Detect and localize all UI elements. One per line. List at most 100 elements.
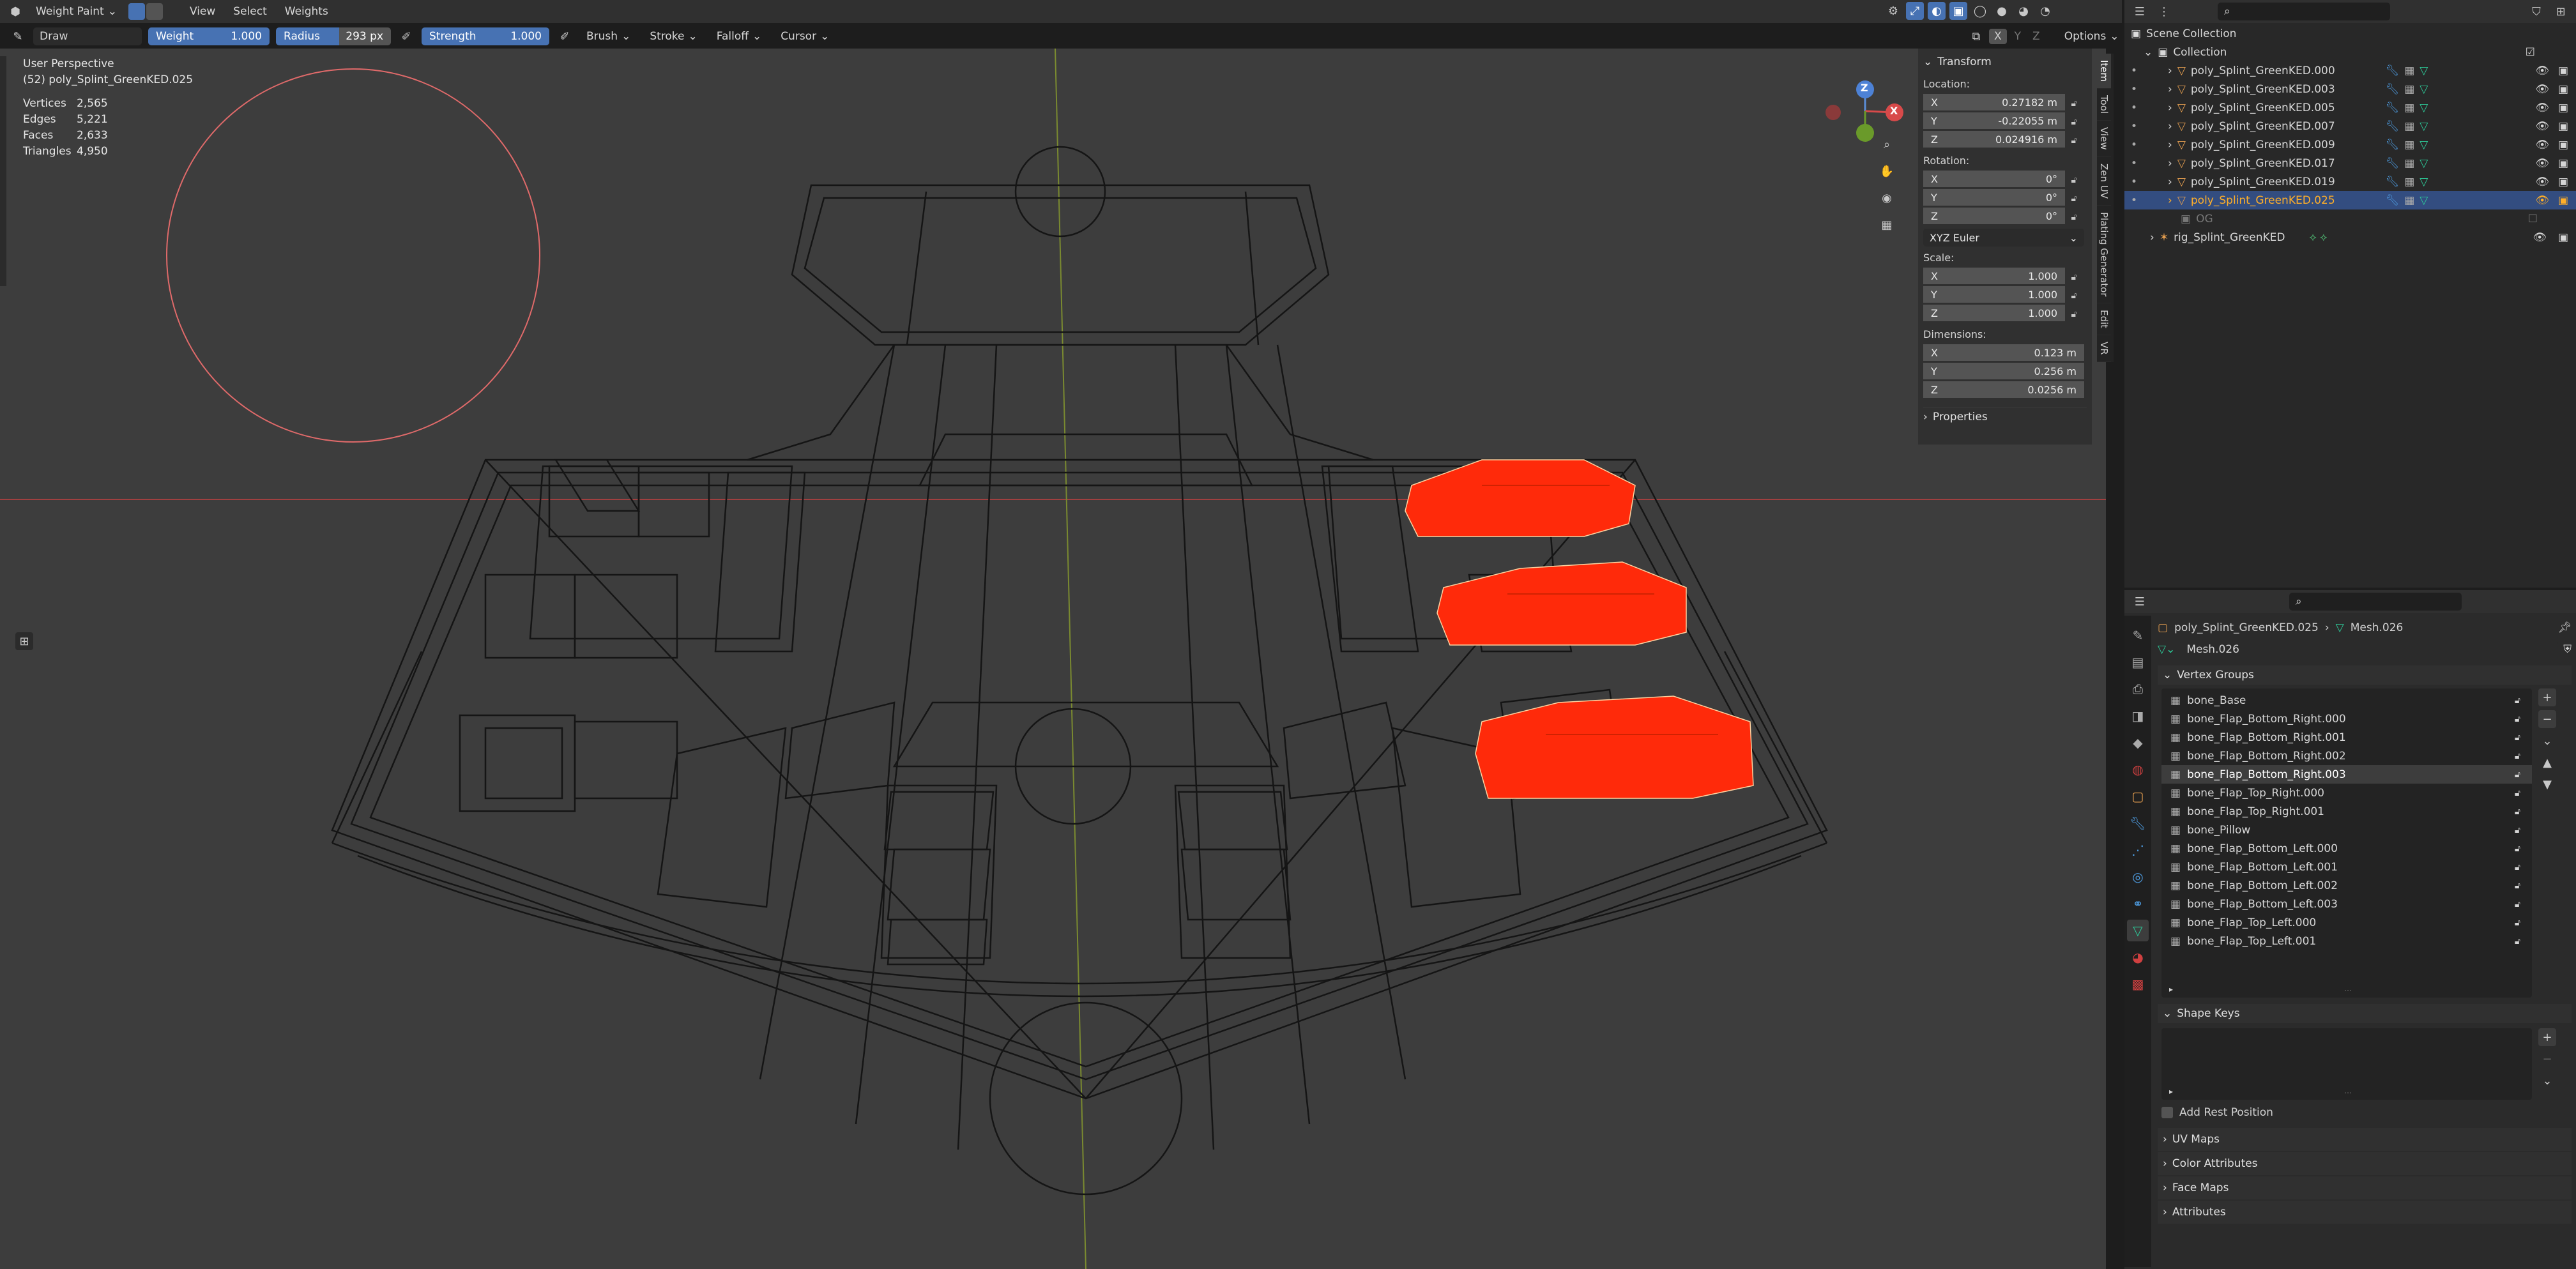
- outliner-object-row[interactable]: • › ▽ poly_Splint_GreenKED.000 🔧︎ ▦ ▽ 👁︎ ▣: [2124, 61, 2576, 80]
- lock-icon[interactable]: 🔓︎: [2515, 881, 2520, 891]
- tab-edit[interactable]: Edit: [2097, 303, 2111, 336]
- og-row[interactable]: ▣ OG ☐: [2124, 209, 2576, 228]
- weight-slider[interactable]: Weight 1.000: [148, 27, 270, 45]
- dimension-y-field[interactable]: Y 0.256 m: [1923, 363, 2084, 379]
- lock-icon[interactable]: 🔓︎: [2515, 770, 2520, 780]
- lock-icon[interactable]: 🔓︎: [2515, 695, 2520, 706]
- outliner-object-row[interactable]: • › ▽ poly_Splint_GreenKED.009 🔧︎ ▦ ▽ 👁︎ ▣: [2124, 135, 2576, 154]
- chevron-right-icon[interactable]: ›: [2168, 139, 2172, 151]
- lock-icon[interactable]: 🔓︎: [2515, 751, 2520, 761]
- vertex-group-row[interactable]: ▦ bone_Flap_Top_Left.001 🔓︎: [2161, 932, 2532, 950]
- dimension-z-field[interactable]: Z 0.0256 m: [1923, 381, 2084, 398]
- visibility-dot-icon[interactable]: •: [2131, 194, 2144, 207]
- options-dropdown[interactable]: Options ⌄: [2058, 27, 2126, 46]
- texture-tab-icon[interactable]: ▩: [2127, 973, 2149, 995]
- lock-icon[interactable]: 🔓︎: [2515, 733, 2520, 743]
- lock-icon[interactable]: 🔓︎: [2515, 899, 2520, 909]
- editor-type-icon[interactable]: ☰: [2131, 593, 2149, 611]
- shading-material-icon[interactable]: ◕: [2015, 2, 2032, 20]
- chevron-right-icon[interactable]: ›: [2168, 194, 2172, 207]
- list-expand-icon[interactable]: ▸: [2169, 985, 2173, 994]
- world-tab-icon[interactable]: ◍: [2127, 759, 2149, 780]
- brush-icon[interactable]: ✎: [9, 27, 27, 45]
- object-interaction-icon[interactable]: ⚙: [1884, 2, 1902, 20]
- vertex-group-row[interactable]: ▦ bone_Flap_Bottom_Right.002 🔓︎: [2161, 747, 2532, 765]
- chevron-right-icon[interactable]: ›: [2168, 65, 2172, 77]
- pin-icon[interactable]: 📌︎: [2557, 621, 2572, 634]
- perspective-grid-icon[interactable]: ▦: [1878, 216, 1896, 234]
- dimension-x-field[interactable]: X 0.123 m: [1923, 344, 2084, 361]
- vertex-groups-header[interactable]: ⌄ Vertex Groups: [2158, 665, 2572, 685]
- radius-slider[interactable]: Radius 293 px: [276, 27, 391, 45]
- vertex-group-row[interactable]: ▦ bone_Flap_Top_Left.000 🔓︎: [2161, 913, 2532, 932]
- rotation-mode-select[interactable]: XYZ Euler ⌄: [1923, 229, 2084, 247]
- brush-name-field[interactable]: Draw: [33, 27, 142, 45]
- pan-hand-icon[interactable]: ✋: [1878, 162, 1896, 180]
- lock-icon[interactable]: 🔓︎: [2065, 95, 2083, 112]
- visibility-dot-icon[interactable]: •: [2131, 139, 2144, 151]
- shape-key-specials-icon[interactable]: ⌄: [2538, 1072, 2556, 1090]
- visibility-dot-icon[interactable]: •: [2131, 176, 2144, 188]
- collection-row[interactable]: ⌄ ▣ Collection ☑: [2124, 43, 2576, 61]
- data-tab-icon[interactable]: ▽: [2127, 920, 2149, 941]
- lock-icon[interactable]: 🔓︎: [2515, 825, 2520, 835]
- vertex-group-row[interactable]: ▦ bone_Pillow 🔓︎: [2161, 821, 2532, 839]
- list-resize-handle[interactable]: ⋯: [2344, 1088, 2352, 1097]
- lock-icon[interactable]: 🔓︎: [2065, 208, 2083, 226]
- camera-icon[interactable]: ◉: [1878, 189, 1896, 207]
- rotation-z-field[interactable]: Z 0°: [1923, 208, 2065, 224]
- lock-icon[interactable]: 🔓︎: [2065, 287, 2083, 305]
- move-down-icon[interactable]: ▼: [2538, 775, 2556, 793]
- menu-view[interactable]: View: [183, 2, 222, 21]
- add-shape-key-icon[interactable]: +: [2538, 1028, 2556, 1046]
- lock-icon[interactable]: 🔓︎: [2065, 171, 2083, 189]
- eye-icon[interactable]: 👁︎: [2535, 176, 2549, 188]
- vertex-select-icon[interactable]: [146, 3, 163, 20]
- face-maps-header[interactable]: › Face Maps: [2158, 1176, 2572, 1199]
- eye-icon[interactable]: 👁︎: [2535, 83, 2549, 96]
- tab-view[interactable]: View: [2097, 121, 2111, 157]
- transform-panel-header[interactable]: ⌄ Transform: [1923, 52, 2087, 72]
- view-layer-tab-icon[interactable]: ◨: [2127, 705, 2149, 727]
- list-resize-handle[interactable]: ⋯: [2344, 986, 2352, 995]
- overlay-toggle-icon[interactable]: ◐: [1928, 2, 1946, 20]
- shading-wire-icon[interactable]: ◯: [1971, 2, 1989, 20]
- menu-weights[interactable]: Weights: [278, 2, 335, 21]
- vertex-group-row[interactable]: ▦ bone_Flap_Top_Right.000 🔓︎: [2161, 784, 2532, 802]
- camera-render-icon[interactable]: ▣: [2558, 102, 2568, 114]
- shading-solid-icon[interactable]: ●: [1993, 2, 2011, 20]
- filter-icon[interactable]: ⛉: [2527, 3, 2545, 20]
- lock-icon[interactable]: 🔓︎: [2065, 190, 2083, 208]
- chevron-right-icon[interactable]: ›: [2168, 157, 2172, 170]
- rotation-x-field[interactable]: X 0°: [1923, 171, 2065, 187]
- falloff-dropdown[interactable]: Falloff ⌄: [710, 27, 768, 46]
- lock-icon[interactable]: 🔓︎: [2065, 305, 2083, 323]
- checkbox-icon[interactable]: ☑: [2526, 46, 2535, 59]
- add-rest-position-row[interactable]: Add Rest Position: [2158, 1101, 2572, 1124]
- lock-icon[interactable]: 🔓︎: [2515, 844, 2520, 854]
- chevron-right-icon[interactable]: ›: [2168, 102, 2172, 114]
- vertex-group-row[interactable]: ▦ bone_Flap_Bottom_Left.001 🔓︎: [2161, 858, 2532, 876]
- gizmo-toggle-icon[interactable]: ⤢: [1906, 2, 1924, 20]
- location-z-field[interactable]: Z 0.024916 m: [1923, 131, 2065, 148]
- lock-icon[interactable]: 🔓︎: [2515, 714, 2520, 724]
- remove-vertex-group-icon[interactable]: −: [2538, 710, 2556, 728]
- xray-icon[interactable]: ▣: [1949, 2, 1967, 20]
- eye-icon[interactable]: 👁︎: [2535, 157, 2549, 170]
- vertex-group-row[interactable]: ▦ bone_Flap_Bottom_Right.001 🔓︎: [2161, 728, 2532, 747]
- tool-toggle-icon[interactable]: ⊞: [15, 632, 33, 650]
- location-y-field[interactable]: Y -0.22055 m: [1923, 112, 2065, 129]
- vertex-groups-list[interactable]: ▦ bone_Base 🔓︎ ▦ bone_Flap_Bottom_Right.000 🔓…: [2161, 688, 2532, 998]
- vertex-group-row[interactable]: ▦ bone_Flap_Top_Right.001 🔓︎: [2161, 802, 2532, 821]
- new-collection-icon[interactable]: ⊞: [2552, 3, 2570, 20]
- visibility-dot-icon[interactable]: •: [2131, 120, 2144, 133]
- editor-type-icon[interactable]: ☰: [2131, 3, 2149, 20]
- scene-tab-icon[interactable]: ◆: [2127, 732, 2149, 754]
- scene-collection-row[interactable]: ▣ Scene Collection: [2124, 24, 2576, 43]
- vertex-group-row[interactable]: ▦ bone_Flap_Bottom_Right.003 🔓︎: [2161, 765, 2532, 784]
- lock-icon[interactable]: 🔓︎: [2065, 113, 2083, 131]
- brush-dropdown[interactable]: Brush ⌄: [580, 27, 637, 46]
- menu-select[interactable]: Select: [227, 2, 273, 21]
- scale-y-field[interactable]: Y 1.000: [1923, 286, 2065, 303]
- chevron-right-icon[interactable]: ›: [2168, 176, 2172, 188]
